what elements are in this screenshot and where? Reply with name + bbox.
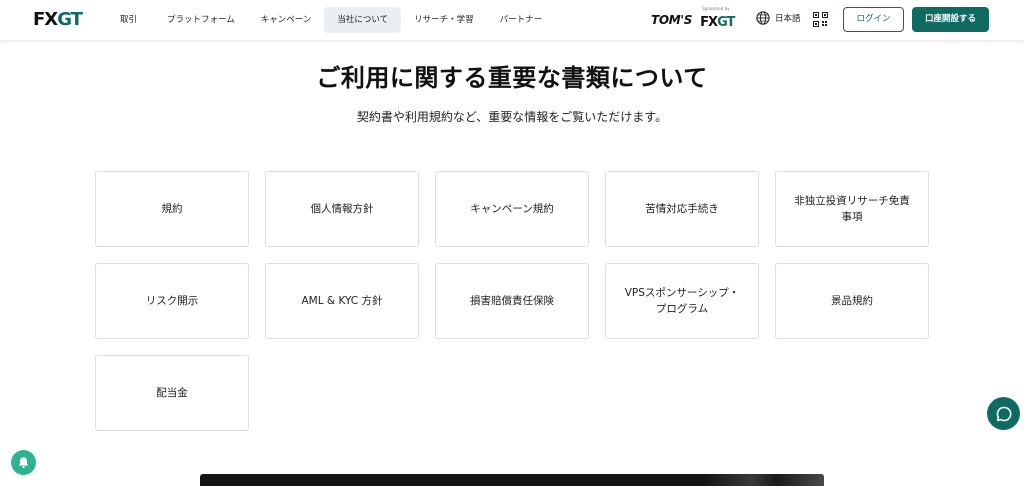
logo-fx: FX: [33, 9, 58, 30]
nav-item-about[interactable]: 当社について: [324, 7, 402, 33]
nav-item-partner[interactable]: パートナー: [487, 7, 556, 33]
card-liability-insurance[interactable]: 損害賠償責任保険: [435, 263, 589, 339]
card-terms[interactable]: 規約: [95, 171, 249, 247]
card-privacy-policy[interactable]: 個人情報方針: [265, 171, 419, 247]
nav-item-campaign[interactable]: キャンペーン: [248, 7, 325, 33]
card-campaign-terms[interactable]: キャンペーン規約: [435, 171, 589, 247]
sponsor-fx: FX: [700, 14, 718, 30]
card-complaints-procedure[interactable]: 苦情対応手続き: [605, 171, 759, 247]
qr-code-icon[interactable]: [813, 12, 828, 27]
language-label: 日本語: [775, 14, 801, 24]
nav-item-trading[interactable]: 取引: [107, 7, 150, 33]
card-dividends[interactable]: 配当金: [95, 355, 249, 431]
open-account-button[interactable]: 口座開設する: [912, 7, 989, 32]
card-research-disclaimer[interactable]: 非独立投資リサーチ免責事項: [775, 171, 929, 247]
chat-button[interactable]: [987, 397, 1020, 430]
sponsor-banner[interactable]: TOM'S Sponsored by FXGT: [651, 6, 735, 30]
main-nav: 取引 プラットフォーム キャンペーン 当社について リサーチ・学習 パートナー: [107, 7, 555, 33]
card-aml-kyc-policy[interactable]: AML & KYC 方針: [265, 263, 419, 339]
nav-item-platform[interactable]: プラットフォーム: [154, 7, 248, 33]
card-risk-disclosure[interactable]: リスク開示: [95, 263, 249, 339]
notification-button[interactable]: [11, 450, 36, 475]
page-subtitle: 契約書や利用規約など、重要な情報をご覧いただけます。: [356, 110, 668, 124]
nav-item-research[interactable]: リサーチ・学習: [401, 7, 487, 33]
chat-icon: [996, 406, 1011, 421]
sponsor-logo: Sponsored by FXGT: [700, 6, 735, 30]
logo-gt: GT: [57, 9, 83, 30]
language-selector[interactable]: 日本語: [756, 11, 801, 25]
page-title: ご利用に関する重要な書類について: [316, 64, 708, 92]
card-vps-sponsorship[interactable]: VPSスポンサーシップ・プログラム: [605, 263, 759, 339]
sponsor-gt: GT: [717, 14, 735, 30]
card-prize-terms[interactable]: 景品規約: [775, 263, 929, 339]
top-header: FXGT 取引 プラットフォーム キャンペーン 当社について リサーチ・学習 パ…: [0, 0, 1024, 40]
bell-icon: [18, 457, 29, 469]
login-button[interactable]: ログイン: [843, 7, 904, 32]
globe-icon: [756, 11, 770, 25]
video-banner-preview: [200, 474, 824, 486]
sponsored-by-text: Sponsored by: [702, 5, 730, 11]
fxgt-logo[interactable]: FXGT: [33, 9, 83, 31]
toms-logo: TOM'S: [651, 13, 693, 27]
